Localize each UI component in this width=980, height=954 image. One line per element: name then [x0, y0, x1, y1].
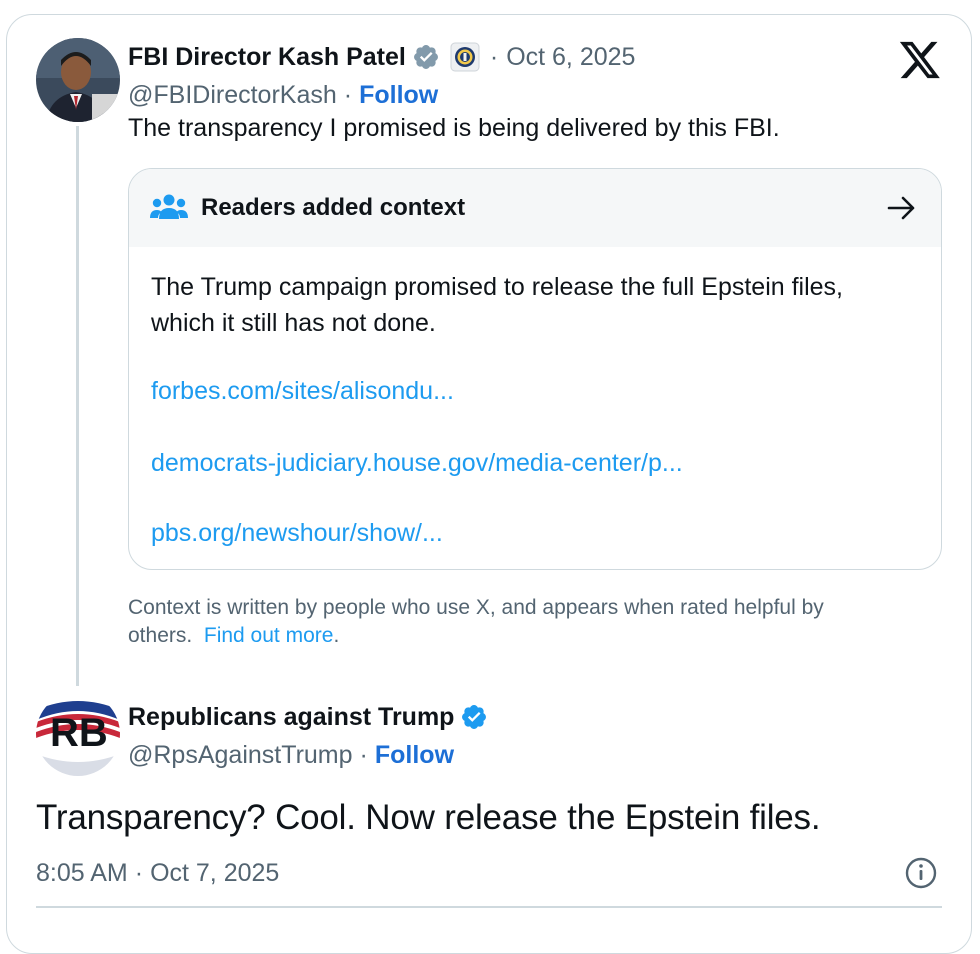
- tweet1-date[interactable]: Oct 6, 2025: [506, 43, 635, 72]
- avatar-logo-icon: RB: [36, 692, 120, 776]
- author-handle[interactable]: @FBIDirectorKash: [128, 81, 337, 110]
- tweet2-handle-row: @RpsAgainstTrump · Follow: [128, 738, 454, 772]
- author-name[interactable]: Republicans against Trump: [128, 703, 454, 732]
- find-out-more-link[interactable]: Find out more: [204, 624, 334, 647]
- follow-button[interactable]: Follow: [359, 81, 438, 110]
- thread-connector-line: [76, 126, 79, 686]
- follow-button[interactable]: Follow: [375, 741, 454, 770]
- tweet1-handle-row: @FBIDirectorKash · Follow: [128, 78, 438, 112]
- disclaimer-text: others.: [128, 624, 193, 647]
- divider: [36, 906, 942, 908]
- note-disclaimer: Context is written by people who use X, …: [128, 594, 824, 650]
- community-note-body: The Trump campaign promised to release t…: [151, 269, 843, 341]
- disclaimer-period: .: [333, 624, 340, 647]
- republicans-against-trump-avatar[interactable]: RB: [36, 692, 120, 776]
- community-note-title: Readers added context: [201, 194, 466, 221]
- x-logo-icon[interactable]: [898, 40, 942, 85]
- fbi-seal-icon: [450, 42, 480, 72]
- separator: ·: [359, 740, 368, 769]
- tweet2-text: Transparency? Cool. Now release the Epst…: [36, 798, 821, 837]
- kash-patel-avatar[interactable]: [36, 38, 120, 122]
- note-source-link[interactable]: forbes.com/sites/alisondu...: [151, 377, 454, 406]
- tweet1-text: The transparency I promised is being del…: [128, 114, 780, 142]
- community-note-header[interactable]: Readers added context: [129, 169, 941, 247]
- separator: ·: [489, 42, 499, 71]
- note-source-link[interactable]: democrats-judiciary.house.gov/media-cent…: [151, 449, 683, 478]
- tweet1-header: FBI Director Kash Patel · Oct 6, 2025: [128, 40, 635, 74]
- tweet2-date: Oct 7, 2025: [150, 858, 280, 887]
- note-body-line: which it still has not done.: [151, 309, 436, 337]
- tweet2-header: Republicans against Trump: [128, 700, 488, 734]
- note-source-link[interactable]: pbs.org/newshour/show/...: [151, 519, 443, 548]
- verified-badge-icon: [412, 43, 440, 71]
- arrow-right-icon[interactable]: [887, 195, 917, 226]
- tweet2-timestamp[interactable]: 8:05 AM · Oct 7, 2025: [36, 856, 279, 890]
- disclaimer-line: Context is written by people who use X, …: [128, 596, 824, 619]
- author-name[interactable]: FBI Director Kash Patel: [128, 43, 406, 72]
- avatar-photo-icon: [36, 38, 120, 122]
- tweet2-time: 8:05 AM: [36, 858, 128, 887]
- avatar-letters: RB: [50, 711, 108, 755]
- verified-badge-icon: [460, 703, 488, 731]
- people-icon: [149, 193, 189, 228]
- info-icon[interactable]: [904, 856, 938, 895]
- note-body-line: The Trump campaign promised to release t…: [151, 273, 844, 301]
- community-note[interactable]: Readers added context The Trump campaign…: [128, 168, 942, 570]
- author-handle[interactable]: @RpsAgainstTrump: [128, 741, 353, 770]
- disclaimer-line-2: others. Find out more.: [128, 622, 824, 650]
- separator: ·: [134, 858, 144, 887]
- separator: ·: [343, 80, 353, 109]
